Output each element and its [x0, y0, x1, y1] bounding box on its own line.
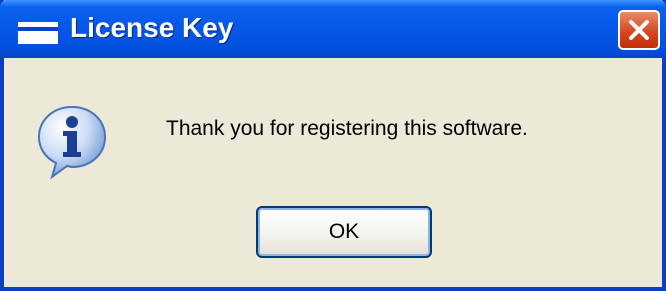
license-key-dialog: License Key Thank you for registering th…	[0, 0, 666, 291]
dialog-message: Thank you for registering this software.	[166, 117, 528, 140]
window-icon	[18, 22, 58, 44]
ok-button[interactable]: OK	[256, 206, 432, 258]
close-button[interactable]	[618, 10, 660, 50]
information-icon	[37, 105, 107, 180]
title-bar[interactable]: License Key	[0, 0, 666, 58]
dialog-title: License Key	[70, 12, 234, 43]
close-icon	[629, 20, 649, 40]
